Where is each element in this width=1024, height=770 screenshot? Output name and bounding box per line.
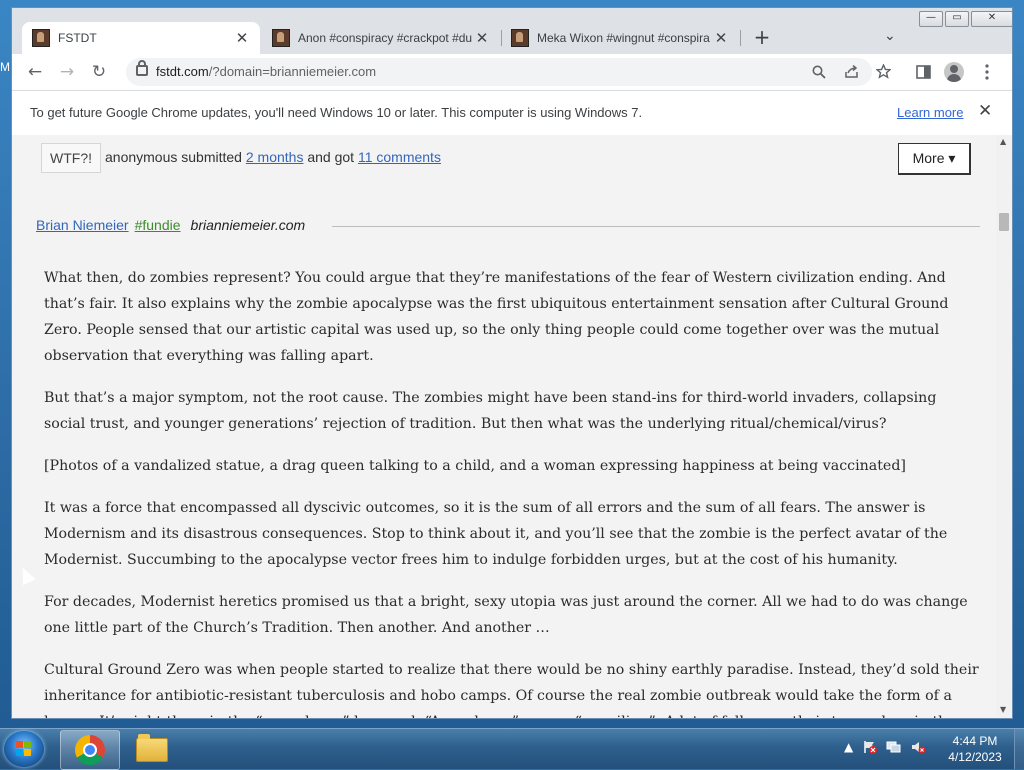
favicon-icon (511, 29, 529, 47)
quote-paragraph: What then, do zombies represent? You cou… (44, 270, 949, 364)
desktop-edge-text: M (0, 60, 10, 74)
tab-meka[interactable]: Meka Wixon #wingnut #conspira ✕ (501, 22, 739, 54)
quote-paragraph: [Photos of a vandalized statue, a drag q… (44, 458, 906, 474)
tab-divider (740, 30, 741, 46)
windows-logo-icon (16, 741, 32, 757)
clock-time: 4:44 PM (952, 734, 998, 748)
comments-link[interactable]: 11 comments (358, 149, 441, 165)
tab-title: Anon #conspiracy #crackpot #du (298, 31, 473, 45)
favicon-icon (272, 29, 290, 47)
url-text[interactable]: fstdt.com/?domain=brianniemeier.com (156, 64, 376, 79)
update-infobar: To get future Google Chrome updates, you… (12, 90, 1012, 136)
tab-title: Meka Wixon #wingnut #conspira (537, 31, 710, 45)
more-dropdown-button[interactable]: More ▾ (898, 143, 971, 175)
zoom-icon[interactable] (812, 65, 826, 79)
scroll-down-icon[interactable]: ▼ (1000, 705, 1006, 714)
toolbar: ← → ↻ fstdt.com/?domain=brianniemeier.co… (12, 54, 1012, 90)
wtf-rating-button[interactable]: WTF?! (41, 143, 101, 173)
submission-middle-text: and got (307, 149, 355, 165)
window-controls: — ▭ ✕ (917, 11, 1012, 27)
favicon-icon (32, 29, 50, 47)
tab-strip: FSTDT ✕ Anon #conspiracy #crackpot #du ✕… (12, 8, 1012, 54)
chrome-window: FSTDT ✕ Anon #conspiracy #crackpot #du ✕… (12, 8, 1012, 718)
back-icon[interactable]: ← (24, 62, 46, 82)
clock-date: 4/12/2023 (948, 750, 1002, 764)
taskbar-clock[interactable]: 4:44 PM 4/12/2023 (940, 733, 1010, 765)
submission-bar: WTF?! anonymous submitted 2 months and g… (41, 143, 971, 175)
network-icon[interactable] (886, 739, 902, 755)
author-link[interactable]: Brian Niemeier (36, 217, 129, 233)
taskbar: ▲ 4:44 PM 4/12/2023 (0, 728, 1024, 770)
close-tab-icon[interactable]: ✕ (713, 29, 729, 47)
chrome-icon (75, 735, 105, 765)
quote-paragraph: But that’s a major symptom, not the root… (44, 390, 937, 432)
quote-paragraph: It was a force that encompassed all dysc… (44, 500, 948, 568)
tab-anon[interactable]: Anon #conspiracy #crackpot #du ✕ (262, 22, 500, 54)
source-domain: brianniemeier.com (190, 217, 306, 233)
infobar-close-icon[interactable]: ✕ (978, 101, 992, 121)
quote-paragraph: Cultural Ground Zero was when people sta… (44, 662, 979, 718)
close-window-button[interactable]: ✕ (971, 11, 1012, 27)
close-tab-icon[interactable]: ✕ (474, 29, 490, 47)
profile-avatar-icon[interactable] (944, 62, 964, 82)
minimize-button[interactable]: — (919, 11, 943, 27)
reload-icon[interactable]: ↻ (88, 62, 110, 82)
show-hidden-icons-icon[interactable]: ▲ (844, 740, 853, 754)
tab-title: FSTDT (58, 31, 97, 45)
quote-meta: Brian Niemeier #fundie brianniemeier.com (36, 217, 980, 237)
page-content: WTF?! anonymous submitted 2 months and g… (12, 135, 996, 718)
tab-fstdt[interactable]: FSTDT ✕ (22, 22, 260, 54)
quote-paragraph: For decades, Modernist heretics promised… (44, 594, 968, 636)
folder-icon (136, 734, 168, 762)
forward-icon[interactable]: → (56, 62, 78, 82)
system-tray: ▲ (844, 739, 926, 755)
share-icon[interactable] (844, 65, 859, 79)
side-panel-icon[interactable] (916, 65, 931, 79)
scroll-up-icon[interactable]: ▲ (1000, 137, 1006, 146)
learn-more-link[interactable]: Learn more (897, 105, 963, 120)
new-tab-button[interactable]: + (750, 26, 774, 50)
time-link[interactable]: 2 months (246, 149, 304, 165)
lock-icon[interactable] (136, 60, 148, 76)
volume-muted-icon[interactable] (910, 739, 926, 755)
bookmark-star-icon[interactable] (876, 64, 891, 79)
action-center-flag-icon[interactable] (862, 739, 878, 755)
start-button[interactable] (4, 731, 44, 767)
menu-kebab-icon[interactable] (985, 64, 989, 80)
show-desktop-button[interactable] (1014, 729, 1024, 769)
address-bar[interactable]: fstdt.com/?domain=brianniemeier.com (126, 58, 891, 86)
submitter-text: anonymous submitted (105, 149, 242, 165)
submission-info: anonymous submitted 2 months and got 11 … (105, 149, 441, 165)
scroll-thumb[interactable] (999, 213, 1009, 231)
tag-link[interactable]: #fundie (135, 217, 181, 233)
taskbar-chrome-button[interactable] (60, 730, 120, 770)
divider (332, 226, 980, 227)
maximize-button[interactable]: ▭ (945, 11, 969, 27)
taskbar-explorer-button[interactable] (122, 730, 180, 768)
infobar-message: To get future Google Chrome updates, you… (30, 105, 643, 120)
tab-search-button[interactable]: ⌄ (884, 28, 896, 44)
page-scrollbar[interactable]: ▲ ▼ (996, 135, 1012, 718)
close-tab-icon[interactable]: ✕ (234, 29, 250, 47)
quote-body: What then, do zombies represent? You cou… (44, 265, 979, 718)
